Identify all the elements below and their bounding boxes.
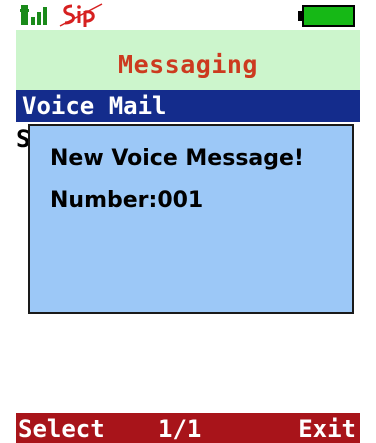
voice-message-dialog: New Voice Message! Number:001 [28, 124, 354, 314]
softkey-bar: Select 1/1 Exit [16, 413, 360, 443]
dialog-number: Number:001 [50, 188, 204, 213]
select-softkey[interactable]: Select [18, 415, 105, 443]
page-indicator: 1/1 [158, 415, 202, 443]
page-title: Messaging [118, 50, 258, 79]
list-item-label: Voice Mail [22, 92, 167, 120]
exit-softkey[interactable]: Exit [298, 415, 356, 443]
phone-screen: Messaging Voice Mail S New Voice Message… [16, 0, 360, 443]
list-item-voice-mail[interactable]: Voice Mail [16, 90, 360, 122]
dialog-message: New Voice Message! [50, 146, 304, 171]
sip-icon [59, 3, 103, 27]
signal-strength-icon [20, 5, 47, 25]
status-bar [16, 0, 360, 30]
battery-icon [298, 5, 355, 27]
